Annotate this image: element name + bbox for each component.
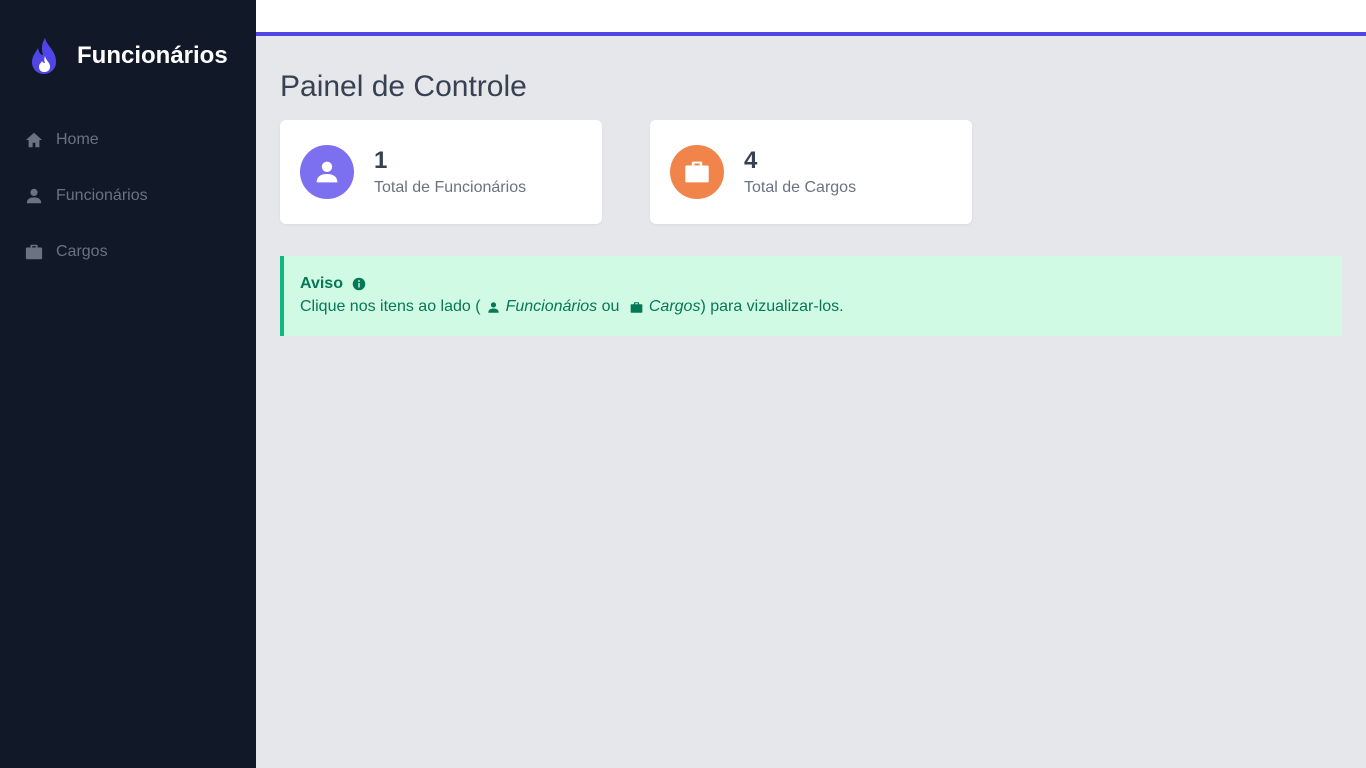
sidebar-item-cargos[interactable]: Cargos (0, 224, 256, 280)
user-icon (316, 161, 338, 183)
stat-card-label: Total de Funcionários (374, 179, 527, 196)
stat-card-value: 4 (744, 147, 758, 174)
home-icon (25, 132, 43, 148)
sidebar: Funcionários Home Funcionários Cargos (0, 0, 256, 768)
brand[interactable]: Funcionários (28, 36, 228, 76)
stat-card-label: Total de Cargos (744, 179, 857, 196)
info-icon (352, 277, 366, 291)
alert-link-funcionarios: Funcionários (505, 298, 598, 315)
topbar (256, 0, 1366, 36)
stat-card-icon (300, 145, 354, 199)
briefcase-icon (685, 161, 709, 183)
alert-text-middle: ou (597, 298, 624, 315)
sidebar-item-label: Funcionários (56, 187, 148, 204)
sidebar-item-home[interactable]: Home (0, 112, 256, 168)
briefcase-icon (25, 244, 43, 260)
stat-card-icon (670, 145, 724, 199)
stat-card-funcionarios: 1 Total de Funcionários (280, 120, 602, 224)
sidebar-item-funcionarios[interactable]: Funcionários (0, 168, 256, 224)
user-icon (26, 188, 42, 204)
alert-text-after: ) para vizualizar-los. (700, 298, 844, 315)
alert-message: Clique nos itens ao lado ( Funcionários … (300, 298, 1342, 316)
sidebar-item-label: Home (56, 131, 99, 148)
alert-title: Aviso (300, 275, 343, 292)
stat-card-cargos: 4 Total de Cargos (650, 120, 972, 224)
user-icon (487, 301, 499, 313)
flame-icon (32, 38, 57, 74)
sidebar-item-label: Cargos (56, 243, 108, 260)
notice-alert: Aviso Clique nos itens ao lado ( Funcion… (280, 256, 1342, 336)
page-title: Painel de Controle (280, 70, 527, 103)
alert-link-cargos: Cargos (648, 298, 701, 315)
briefcase-icon (630, 301, 643, 313)
alert-text-before: Clique nos itens ao lado ( (300, 298, 481, 315)
stat-card-value: 1 (374, 147, 388, 174)
sidebar-nav: Home Funcionários Cargos (0, 112, 256, 280)
brand-title: Funcionários (77, 42, 228, 69)
